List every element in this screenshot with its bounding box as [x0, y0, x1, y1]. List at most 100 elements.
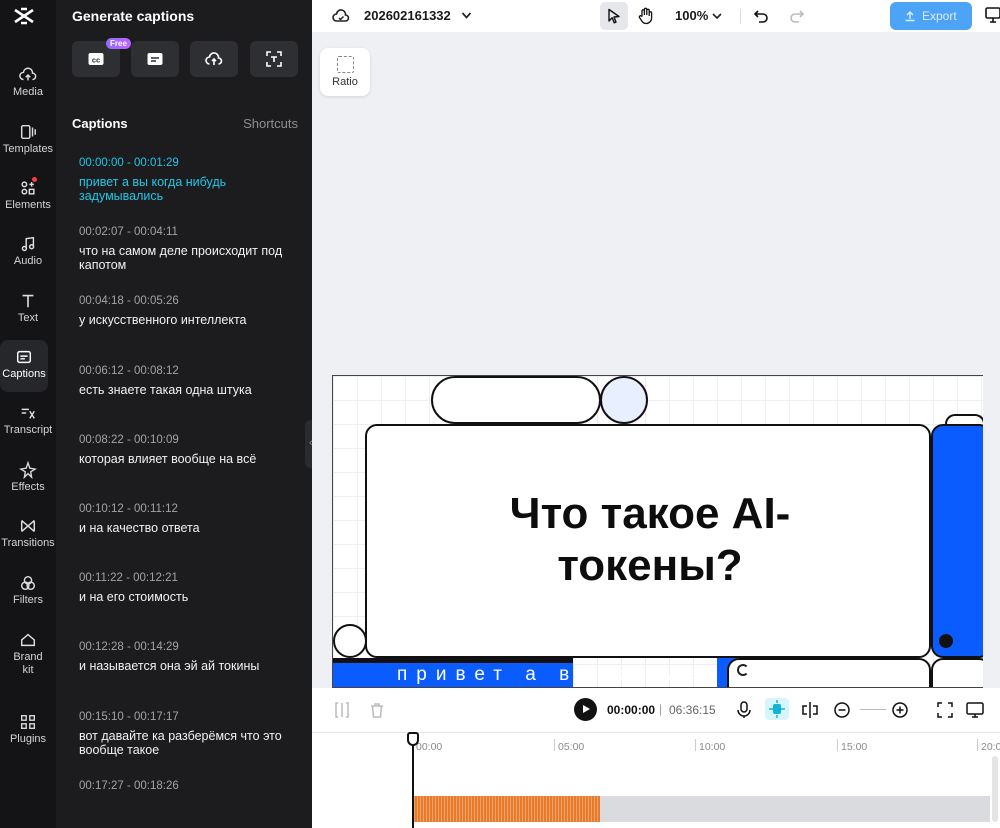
upload-captions-button[interactable]	[190, 41, 238, 77]
toolbar-divider	[740, 9, 741, 24]
undo-icon[interactable]	[753, 8, 769, 24]
rail-item-captions[interactable]: Captions	[0, 340, 48, 392]
caption-text[interactable]: есть знаете такая одна штука	[79, 383, 296, 397]
rail-label: Filters	[13, 594, 43, 606]
caption-text[interactable]: вот давайте ка разберёмся что это вообще…	[79, 729, 296, 757]
caption-item[interactable]: 00:10:12 - 00:11:12 и на качество ответа	[56, 492, 312, 561]
video-canvas[interactable]: Что такое AI-токены? привет а вы когда	[332, 375, 983, 688]
fullscreen-icon[interactable]	[935, 700, 955, 720]
caption-item[interactable]: 00:02:07 - 00:04:11 что на самом деле пр…	[56, 215, 312, 284]
rail-item-brand-kit[interactable]: Brand kit	[0, 627, 56, 683]
ruler-tick: 15:00	[841, 741, 868, 753]
sparkle-icon	[19, 461, 37, 479]
zoom-in-icon[interactable]	[890, 700, 910, 720]
caption-item[interactable]: 00:15:10 - 00:17:17 вот давайте ка разбе…	[56, 700, 312, 769]
rail-item-text[interactable]: Text	[0, 288, 56, 338]
rail-label: Plugins	[9, 733, 47, 745]
split-icon[interactable]	[332, 700, 352, 720]
caption-time: 00:17:27 - 00:18:26	[79, 779, 179, 792]
rail-item-transitions[interactable]: Transitions	[0, 513, 56, 563]
decor-card	[727, 658, 931, 687]
microphone-icon[interactable]	[734, 700, 754, 720]
hand-icon[interactable]	[638, 7, 654, 25]
split-screen-icon[interactable]	[800, 700, 820, 720]
caption-item[interactable]: 00:00:00 - 00:01:29 привет а вы когда ни…	[56, 146, 312, 215]
rail-item-templates[interactable]: Templates	[0, 119, 56, 169]
caption-text[interactable]: и на качество ответа	[79, 521, 296, 535]
zoom-out-icon[interactable]	[832, 700, 852, 720]
filters-icon	[20, 575, 36, 591]
total-duration: 06:36:15	[669, 703, 716, 717]
editor-main: 202602161332 100% Export Ratio Что такое…	[312, 0, 1000, 828]
monitor-icon[interactable]	[985, 6, 1000, 24]
rail-label: Audio	[13, 255, 43, 267]
capcut-logo[interactable]	[12, 4, 36, 28]
transitions-icon	[20, 520, 36, 532]
svg-text:cc: cc	[92, 56, 100, 65]
export-label: Export	[922, 9, 957, 23]
playhead[interactable]	[412, 733, 414, 828]
ruler-tick: 05:00	[558, 741, 585, 753]
cloud-upload-icon	[19, 67, 37, 81]
caption-overlay[interactable]: привет а вы когда	[397, 664, 707, 686]
caption-time: 00:10:12 - 00:11:12	[79, 502, 178, 515]
rail-item-transcript[interactable]: Transcript	[0, 400, 56, 450]
caption-time: 00:02:07 - 00:04:11	[79, 226, 178, 239]
magnet-snap-icon[interactable]	[765, 698, 789, 720]
rail-item-effects[interactable]: Effects	[0, 457, 56, 507]
caption-text[interactable]: у искусственного интеллекта	[79, 313, 296, 327]
lyrics-captions-button[interactable]	[250, 41, 298, 77]
rail-label: Brand kit	[13, 651, 43, 676]
chevron-down-icon[interactable]	[461, 11, 472, 20]
preview-monitor-icon[interactable]	[965, 700, 985, 720]
title-card[interactable]: Что такое AI-токены?	[365, 424, 931, 658]
caption-item[interactable]: 00:12:28 - 00:14:29 и называется она эй …	[56, 630, 312, 699]
zoom-slider[interactable]	[860, 709, 886, 710]
select-tool-button[interactable]	[600, 2, 628, 30]
caption-time: 00:15:10 - 00:17:17	[79, 710, 179, 723]
manual-captions-button[interactable]	[131, 41, 179, 77]
rail-item-elements[interactable]: Elements	[0, 175, 56, 225]
rail-label: Templates	[2, 143, 54, 155]
caption-text[interactable]: и на его стоимость	[79, 590, 296, 604]
video-headline[interactable]: Что такое AI-токены?	[367, 488, 933, 592]
time-separator: |	[659, 702, 663, 716]
audio-waveform-clip[interactable]	[412, 796, 600, 822]
free-badge: Free	[106, 38, 131, 49]
caption-text[interactable]: что на самом деле происходит под капотом	[79, 244, 296, 272]
caption-item[interactable]: 00:04:18 - 00:05:26 у искусственного инт…	[56, 284, 312, 353]
rail-item-filters[interactable]: Filters	[0, 570, 56, 620]
caption-item[interactable]: 00:17:27 - 00:18:26	[56, 769, 312, 828]
playhead-handle[interactable]	[407, 732, 419, 746]
ratio-label: Ratio	[332, 76, 358, 88]
rail-item-audio[interactable]: Audio	[0, 231, 56, 281]
caption-text[interactable]: которая влияет вообще на всё	[79, 452, 296, 466]
trash-icon[interactable]	[367, 700, 387, 720]
caption-item[interactable]: 00:06:12 - 00:08:12 есть знаете такая од…	[56, 354, 312, 423]
cloud-sync-icon[interactable]	[332, 8, 350, 24]
aspect-ratio-icon	[336, 56, 354, 73]
caption-text[interactable]: привет а вы когда нибудь задумывались	[79, 175, 296, 203]
ruler-line	[977, 739, 978, 751]
caption-text[interactable]: и называется она эй ай токины	[79, 659, 296, 673]
ruler-tick: 10:00	[699, 741, 726, 753]
caption-time: 00:12:28 - 00:14:29	[79, 641, 179, 654]
rail-item-media[interactable]: Media	[0, 62, 56, 112]
chevron-down-icon[interactable]	[712, 12, 722, 20]
captions-panel: Generate captions Free cc Captions Short…	[56, 0, 312, 828]
caption-item[interactable]: 00:11:22 - 00:12:21 и на его стоимость	[56, 561, 312, 630]
redo-icon[interactable]	[789, 8, 805, 24]
caption-item[interactable]: 00:08:22 - 00:10:09 которая влияет вообщ…	[56, 423, 312, 492]
auto-captions-button[interactable]: Free cc	[72, 38, 131, 77]
timeline-scrollbar[interactable]	[992, 756, 998, 822]
shortcuts-link[interactable]: Shortcuts	[243, 116, 298, 131]
ratio-button[interactable]: Ratio	[320, 48, 370, 96]
transcript-icon	[21, 408, 35, 419]
project-name[interactable]: 202602161332	[364, 8, 451, 23]
export-button[interactable]: Export	[890, 2, 972, 30]
rail-item-plugins[interactable]: Plugins	[0, 709, 56, 759]
play-button[interactable]	[574, 698, 597, 721]
zoom-level[interactable]: 100%	[675, 8, 708, 23]
plugins-icon	[21, 715, 35, 729]
ruler-line	[837, 739, 838, 751]
